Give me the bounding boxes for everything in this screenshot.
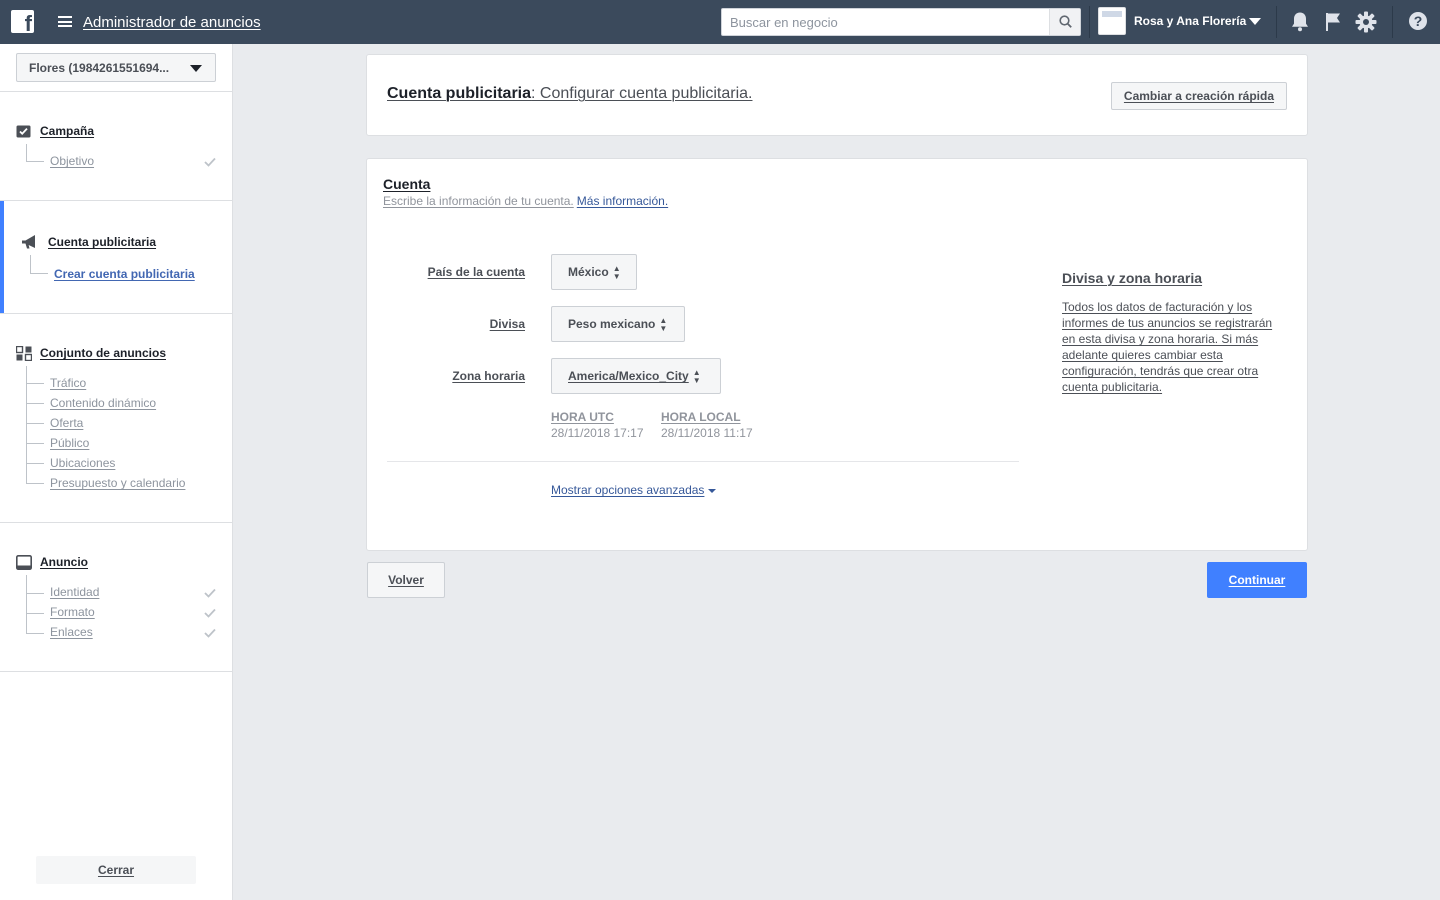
local-time-label: HORA LOCAL	[661, 410, 741, 424]
flag-icon[interactable]	[1325, 12, 1343, 32]
more-info-link[interactable]: Más información.	[577, 194, 668, 208]
tree-line	[26, 144, 27, 161]
continue-button[interactable]: Continuar	[1207, 562, 1307, 598]
country-select[interactable]: México ▲ ▼	[551, 254, 637, 290]
tree-line	[26, 483, 44, 484]
tree-line	[26, 443, 44, 444]
tree-line	[26, 633, 44, 634]
section-description: Escribe la información de tu cuenta. Más …	[383, 194, 669, 208]
help-panel-title: Divisa y zona horaria	[1062, 270, 1203, 286]
tree-line	[26, 613, 44, 614]
search-icon	[1059, 15, 1072, 28]
sidebar-item-traffic[interactable]: Tráfico	[50, 376, 86, 390]
menu-icon[interactable]	[58, 16, 72, 27]
sidebar-item-format[interactable]: Formato	[50, 605, 95, 619]
facebook-logo-icon[interactable]: f	[11, 10, 34, 33]
tree-line	[26, 463, 44, 464]
utc-time-value: 28/11/2018 17:17	[551, 426, 644, 440]
tree-line	[26, 593, 44, 594]
divider	[1089, 6, 1090, 38]
show-advanced-options-link[interactable]: Mostrar opciones avanzadas	[551, 483, 717, 497]
business-avatar[interactable]	[1098, 7, 1126, 35]
sidebar-item-identity[interactable]: Identidad	[50, 585, 99, 599]
divider	[0, 91, 232, 92]
notifications-bell-icon[interactable]	[1290, 11, 1310, 33]
sidebar-item-dynamic-content[interactable]: Contenido dinámico	[50, 396, 156, 410]
active-section-indicator	[0, 201, 4, 313]
top-navigation-bar: f Administrador de anuncios Rosa y Ana F…	[0, 0, 1440, 44]
sidebar-item-audience[interactable]: Público	[50, 436, 89, 450]
section-title: Cuenta	[383, 176, 431, 192]
completed-check-icon	[204, 628, 216, 638]
search-input[interactable]	[722, 9, 1050, 35]
account-settings-card: Cuenta Escribe la información de tu cuen…	[366, 158, 1308, 551]
help-panel-text: Todos los datos de facturación y los inf…	[1062, 300, 1273, 394]
tree-line	[26, 161, 44, 162]
page-title: Cuenta publicitaria: Configurar cuenta p…	[387, 85, 753, 102]
page-header-card: Cuenta publicitaria: Configurar cuenta p…	[366, 54, 1308, 136]
sort-arrows-icon: ▲ ▼	[659, 315, 668, 333]
sidebar-section-ad[interactable]: Anuncio	[40, 555, 88, 569]
megaphone-icon	[22, 235, 35, 249]
tree-line	[26, 383, 44, 384]
sidebar-item-offer[interactable]: Oferta	[50, 416, 83, 430]
timezone-label: Zona horaria	[452, 369, 525, 383]
sort-arrows-icon: ▲ ▼	[692, 367, 701, 385]
completed-check-icon	[204, 157, 216, 167]
chevron-down-icon[interactable]	[1249, 18, 1261, 25]
ad-set-grid-icon	[16, 346, 32, 361]
local-time-value: 28/11/2018 11:17	[661, 426, 753, 440]
tree-line	[26, 403, 44, 404]
currency-label: Divisa	[489, 317, 525, 331]
tree-line	[30, 273, 48, 274]
tree-line	[26, 575, 27, 633]
sidebar-item-create-ad-account[interactable]: Crear cuenta publicitaria	[54, 267, 195, 281]
chevron-down-icon	[708, 488, 717, 493]
sidebar-item-budget-schedule[interactable]: Presupuesto y calendario	[50, 476, 185, 490]
quick-creation-button[interactable]: Cambiar a creación rápida	[1110, 82, 1287, 110]
divider	[0, 313, 232, 314]
sidebar-section-campaign[interactable]: Campaña	[40, 124, 94, 138]
sidebar-item-objective[interactable]: Objetivo	[50, 154, 94, 168]
close-button[interactable]: Cerrar	[36, 856, 196, 884]
sidebar-item-links[interactable]: Enlaces	[50, 625, 93, 639]
search-button[interactable]	[1049, 9, 1080, 35]
help-icon[interactable]: ?	[1408, 11, 1428, 31]
sidebar-item-placements[interactable]: Ubicaciones	[50, 456, 115, 470]
completed-check-icon	[204, 588, 216, 598]
app-title[interactable]: Administrador de anuncios	[83, 14, 261, 31]
sort-arrows-icon: ▲ ▼	[612, 263, 621, 281]
currency-select[interactable]: Peso mexicano ▲ ▼	[551, 306, 685, 342]
search-box	[721, 8, 1081, 36]
creation-sidebar: Flores (1984261551694... Campaña Objetiv…	[0, 44, 233, 900]
utc-time-label: HORA UTC	[551, 410, 614, 424]
sidebar-section-ad-account[interactable]: Cuenta publicitaria	[48, 235, 156, 249]
divider	[0, 522, 232, 523]
divider	[0, 200, 232, 201]
sidebar-section-ad-set[interactable]: Conjunto de anuncios	[40, 346, 166, 360]
settings-gear-icon[interactable]	[1355, 11, 1377, 33]
campaign-checkbox-icon	[16, 125, 31, 138]
back-button[interactable]: Volver	[367, 562, 445, 598]
country-label: País de la cuenta	[427, 265, 525, 279]
svg-text:?: ?	[1414, 13, 1423, 29]
tree-line	[26, 423, 44, 424]
ad-account-selector-label: Flores (1984261551694...	[29, 61, 170, 75]
chevron-down-icon	[190, 65, 202, 72]
business-name[interactable]: Rosa y Ana Florería	[1134, 14, 1246, 28]
timezone-select[interactable]: America/Mexico_City ▲ ▼	[551, 358, 721, 394]
ad-account-selector[interactable]: Flores (1984261551694...	[16, 53, 216, 82]
tree-line	[30, 255, 31, 273]
divider	[0, 671, 232, 672]
divider	[1276, 6, 1277, 38]
completed-check-icon	[204, 608, 216, 618]
divider	[1392, 6, 1393, 38]
ad-preview-icon	[16, 555, 32, 570]
divider	[387, 461, 1019, 462]
